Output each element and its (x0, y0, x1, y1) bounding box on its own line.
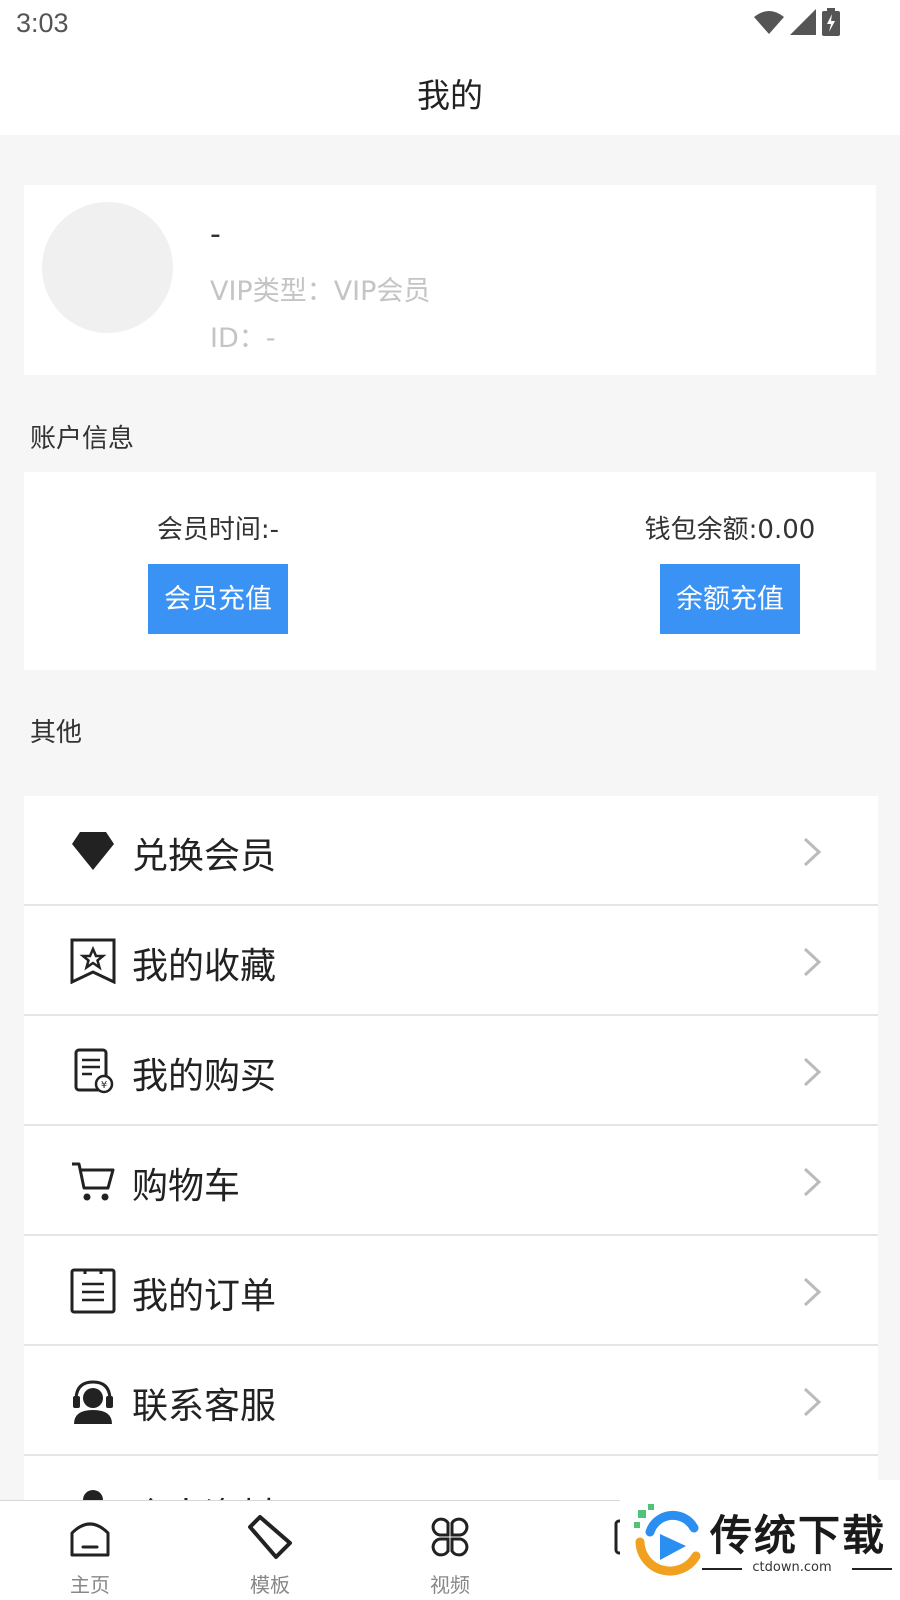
tag-icon (248, 1515, 292, 1559)
status-bar: 3:03 (0, 0, 900, 50)
home-icon (70, 1522, 110, 1557)
page-title: 我的 (417, 75, 483, 115)
watermark: 传统下载 ctdown.com (620, 1480, 900, 1600)
nav-label: 视频 (430, 1573, 470, 1597)
balance-recharge-button[interactable]: 余额充值 (660, 564, 800, 634)
wifi-icon (754, 11, 784, 34)
watermark-subtitle: ctdown.com (752, 1560, 832, 1575)
membership-time: 会员时间:- (156, 515, 280, 545)
order-list-icon (70, 1268, 116, 1314)
chevron-right-icon (803, 1167, 822, 1197)
watermark-divider (852, 1568, 892, 1570)
nav-video[interactable]: 视频 (400, 1513, 500, 1598)
customer-service-icon (73, 1380, 113, 1424)
title-bar: 我的 (0, 50, 900, 135)
receipt-icon: ¥ (74, 1048, 114, 1094)
nav-home[interactable]: 主页 (40, 1513, 140, 1598)
battery-icon (822, 8, 840, 36)
wallet-balance: 钱包余额:0.00 (644, 515, 816, 545)
menu-item-label: 兑换会员 (132, 836, 277, 877)
membership-column: 会员时间:- 会员充值 (68, 512, 368, 634)
chevron-right-icon (803, 1387, 822, 1417)
profile-name: - (210, 217, 221, 252)
watermark-title: 传统下载 (710, 1511, 887, 1560)
chevron-right-icon (803, 1277, 822, 1307)
status-time: 3:03 (16, 8, 69, 38)
diamond-icon (72, 832, 114, 870)
chevron-right-icon (803, 947, 822, 977)
menu-item-redeem-membership[interactable]: 兑换会员 (24, 796, 878, 906)
menu-item-cart[interactable]: 购物车 (24, 1126, 878, 1236)
menu-item-orders[interactable]: 我的订单 (24, 1236, 878, 1346)
menu-item-label: 我的订单 (132, 1276, 277, 1317)
account-card: 会员时间:- 会员充值 钱包余额:0.00 余额充值 (24, 472, 876, 670)
status-icons (754, 8, 840, 36)
star-bookmark-icon (70, 938, 116, 984)
nav-label: 模板 (250, 1573, 290, 1597)
wallet-column: 钱包余额:0.00 余额充值 (580, 512, 880, 634)
cart-icon (72, 1162, 115, 1201)
signal-icon (790, 9, 816, 35)
menu-item-favorites[interactable]: 我的收藏 (24, 906, 878, 1016)
watermark-logo-icon (634, 1504, 701, 1576)
menu-item-label: 我的购买 (132, 1056, 277, 1097)
menu-item-purchases[interactable]: ¥ 我的购买 (24, 1016, 878, 1126)
nav-label: 主页 (70, 1573, 110, 1597)
profile-id: ID：- (210, 323, 276, 354)
account-section-title: 账户信息 (30, 424, 135, 454)
svg-text:¥: ¥ (101, 1080, 107, 1091)
membership-recharge-button[interactable]: 会员充值 (148, 564, 288, 634)
chevron-right-icon (803, 837, 822, 867)
chevron-right-icon (803, 1057, 822, 1087)
profile-card[interactable]: - VIP类型：VIP会员 ID：- (24, 185, 876, 375)
video-grid-icon (431, 1517, 469, 1557)
menu-item-customer-service[interactable]: 联系客服 (24, 1346, 878, 1456)
other-section-title: 其他 (30, 718, 83, 748)
profile-vip-type: VIP类型：VIP会员 (210, 276, 431, 307)
menu-item-label: 购物车 (132, 1166, 241, 1207)
menu-list: 兑换会员 我的收藏 ¥ 我的购买 购物车 我的订单 联系客服 (24, 796, 878, 1566)
menu-item-label: 我的收藏 (132, 946, 277, 987)
avatar[interactable] (42, 202, 173, 333)
menu-item-label: 联系客服 (132, 1386, 277, 1427)
nav-templates[interactable]: 模板 (220, 1513, 320, 1598)
